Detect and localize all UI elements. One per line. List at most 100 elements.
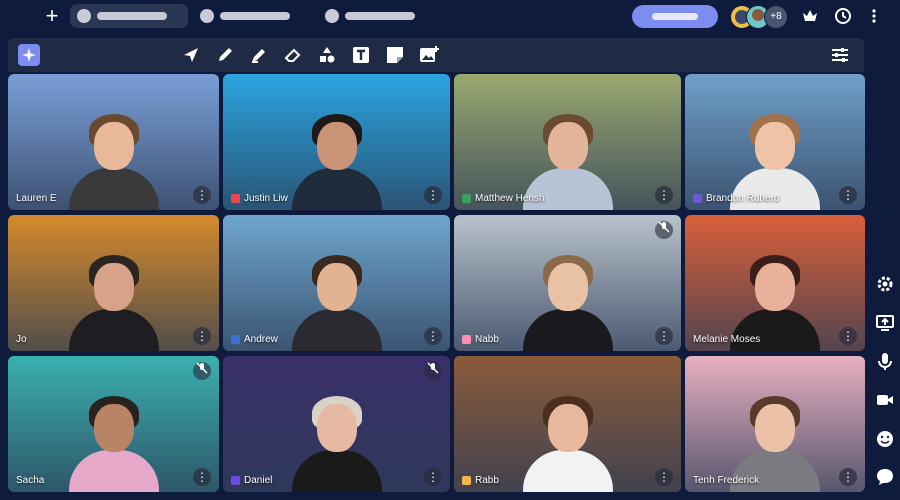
participant-color-swatch xyxy=(231,194,240,203)
chat-icon[interactable] xyxy=(874,467,896,489)
video-tile[interactable]: Tenh Frederick ⋮ xyxy=(685,356,865,492)
video-tile[interactable]: Rabb ⋮ xyxy=(454,356,681,492)
participant-video xyxy=(291,251,382,351)
participant-name: Rabb xyxy=(462,475,499,486)
tile-more-button[interactable]: ⋮ xyxy=(193,327,211,345)
video-grid: Lauren E ⋮ Justin Liw ⋮ Matthew Hensh ⋮ Brando… xyxy=(8,74,865,492)
participant-name: Andrew xyxy=(231,334,278,345)
tile-more-button[interactable]: ⋮ xyxy=(424,186,442,204)
tile-more-button[interactable]: ⋮ xyxy=(655,327,673,345)
participant-name-text: Rabb xyxy=(475,475,499,486)
participant-color-swatch xyxy=(462,476,471,485)
button-label xyxy=(652,13,698,20)
clock-icon[interactable] xyxy=(833,7,853,27)
tile-more-button[interactable]: ⋮ xyxy=(193,186,211,204)
participant-name-text: Andrew xyxy=(244,334,278,345)
tab-icon xyxy=(200,9,214,23)
emoji-icon[interactable] xyxy=(874,429,896,451)
participant-name: Nabb xyxy=(462,334,499,345)
tile-more-button[interactable]: ⋮ xyxy=(839,468,857,486)
muted-mic-icon xyxy=(424,362,442,380)
participant-video xyxy=(522,392,613,492)
video-tile[interactable]: Matthew Hensh ⋮ xyxy=(454,74,681,210)
tab-3[interactable] xyxy=(318,4,428,28)
tile-more-button[interactable]: ⋮ xyxy=(839,186,857,204)
tab-label xyxy=(220,12,290,20)
sticky-note-icon[interactable] xyxy=(384,44,406,66)
participant-name-text: Lauren E xyxy=(16,193,57,204)
text-icon[interactable] xyxy=(350,44,372,66)
tab-icon xyxy=(77,9,91,23)
tile-more-button[interactable]: ⋮ xyxy=(655,468,673,486)
participant-name: Matthew Hensh xyxy=(462,193,544,204)
arrow-pointer-icon[interactable] xyxy=(180,44,202,66)
muted-mic-icon xyxy=(655,221,673,239)
settings-gear-icon[interactable] xyxy=(874,274,896,296)
participant-video xyxy=(68,251,159,351)
participant-name: Daniel xyxy=(231,475,272,486)
participant-color-swatch xyxy=(231,335,240,344)
add-tab-icon[interactable]: + xyxy=(42,5,62,27)
screen-share-icon[interactable] xyxy=(874,313,896,335)
video-tile[interactable]: Daniel ⋮ xyxy=(223,356,450,492)
participant-name: Brandon Ruhero xyxy=(693,193,779,204)
participant-name-text: Daniel xyxy=(244,475,273,486)
participant-color-swatch xyxy=(693,194,702,203)
muted-mic-icon xyxy=(193,362,211,380)
participant-name-text: Jo xyxy=(16,334,27,345)
participant-color-swatch xyxy=(231,476,240,485)
microphone-icon[interactable] xyxy=(874,351,896,373)
participant-name: Melanie Moses xyxy=(693,334,760,345)
video-tile[interactable]: Andrew ⋮ xyxy=(223,215,450,351)
tile-more-button[interactable]: ⋮ xyxy=(193,468,211,486)
participant-video xyxy=(291,392,382,492)
participant-overflow-count[interactable]: +8 xyxy=(764,5,788,29)
participant-name-text: Brandon Ruhero xyxy=(706,193,780,204)
top-bar: + +8 xyxy=(0,0,900,34)
participant-video xyxy=(522,251,613,351)
video-tile[interactable]: Lauren E ⋮ xyxy=(8,74,219,210)
primary-action-button[interactable] xyxy=(632,5,718,28)
participant-name-text: Matthew Hensh xyxy=(475,193,545,204)
participant-name: Lauren E xyxy=(16,193,57,204)
participant-color-swatch xyxy=(462,335,471,344)
camera-icon[interactable] xyxy=(874,390,896,412)
whiteboard-toolbar xyxy=(8,38,864,72)
participant-name-text: Sacha xyxy=(16,475,45,486)
tab-label xyxy=(97,12,167,20)
participant-name-text: Melanie Moses xyxy=(693,334,761,345)
video-tile[interactable]: Nabb ⋮ xyxy=(454,215,681,351)
participant-video xyxy=(68,392,159,492)
add-image-icon[interactable] xyxy=(418,44,440,66)
tab-2[interactable] xyxy=(193,4,305,28)
participant-name: Sacha xyxy=(16,475,44,486)
video-tile[interactable]: Jo ⋮ xyxy=(8,215,219,351)
tab-icon xyxy=(325,9,339,23)
tile-more-button[interactable]: ⋮ xyxy=(655,186,673,204)
participant-name-text: Tenh Frederick xyxy=(693,475,760,486)
side-rail xyxy=(870,0,900,500)
marker-icon[interactable] xyxy=(248,44,270,66)
brand-logo[interactable] xyxy=(18,44,40,66)
tab-label xyxy=(345,12,415,20)
settings-sliders-icon[interactable] xyxy=(829,44,851,66)
pen-icon[interactable] xyxy=(214,44,236,66)
shapes-icon[interactable] xyxy=(316,44,338,66)
tile-more-button[interactable]: ⋮ xyxy=(424,468,442,486)
participant-name-text: Justin Liw xyxy=(244,193,288,204)
tile-more-button[interactable]: ⋮ xyxy=(424,327,442,345)
participant-video xyxy=(68,110,159,210)
crown-icon[interactable] xyxy=(800,7,820,27)
video-tile[interactable]: Melanie Moses ⋮ xyxy=(685,215,865,351)
eraser-icon[interactable] xyxy=(282,44,304,66)
participant-color-swatch xyxy=(462,194,471,203)
video-tile[interactable]: Brandon Ruhero ⋮ xyxy=(685,74,865,210)
video-tile[interactable]: Justin Liw ⋮ xyxy=(223,74,450,210)
participant-name: Jo xyxy=(16,334,27,345)
tab-1[interactable] xyxy=(70,4,188,28)
participant-name: Tenh Frederick xyxy=(693,475,759,486)
tile-more-button[interactable]: ⋮ xyxy=(839,327,857,345)
video-tile[interactable]: Sacha ⋮ xyxy=(8,356,219,492)
participant-name-text: Nabb xyxy=(475,334,499,345)
participant-video xyxy=(291,110,382,210)
